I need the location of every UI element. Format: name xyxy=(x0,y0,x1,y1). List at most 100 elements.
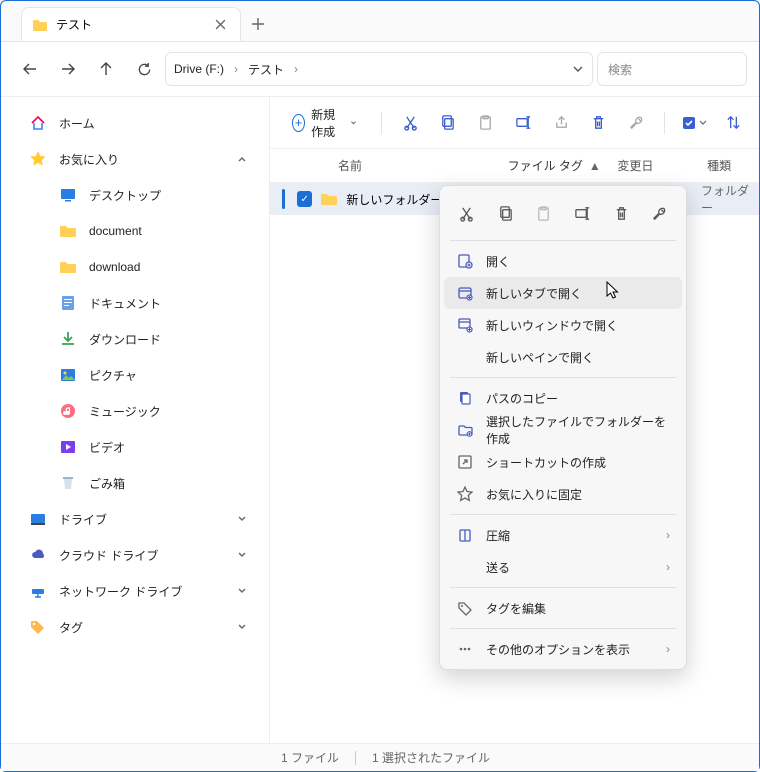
forward-button[interactable] xyxy=(51,52,85,86)
select-all-button[interactable] xyxy=(681,107,707,139)
desktop-icon xyxy=(59,186,77,204)
ctx-send[interactable]: 送る › xyxy=(444,551,682,583)
sidebar-item-trash[interactable]: ごみ箱 xyxy=(5,465,265,501)
sidebar-item-tag[interactable]: タグ xyxy=(5,609,265,645)
sidebar-item-music[interactable]: ミュージック xyxy=(5,393,265,429)
sidebar-item-label: ダウンロード xyxy=(89,331,161,348)
cloud-icon xyxy=(29,546,47,564)
sidebar-item-documents-jp[interactable]: ドキュメント xyxy=(5,285,265,321)
sidebar-item-favorites[interactable]: お気に入り xyxy=(5,141,265,177)
folder-icon xyxy=(59,258,77,276)
cut-button[interactable] xyxy=(398,107,422,139)
folder-plus-icon xyxy=(456,421,474,439)
context-menu-icon-row xyxy=(444,190,682,236)
refresh-button[interactable] xyxy=(127,52,161,86)
ctx-label: 圧縮 xyxy=(486,527,510,544)
ctx-open[interactable]: 開く xyxy=(444,245,682,277)
search-input[interactable]: 検索 xyxy=(597,52,747,86)
search-placeholder: 検索 xyxy=(608,61,632,78)
separator xyxy=(450,377,676,378)
rename-button[interactable] xyxy=(511,107,535,139)
checkbox-checked-icon[interactable]: ✓ xyxy=(297,191,312,207)
delete-button[interactable] xyxy=(587,107,611,139)
ctx-edit-tag[interactable]: タグを編集 xyxy=(444,592,682,624)
ctx-compress[interactable]: 圧縮 › xyxy=(444,519,682,551)
up-button[interactable] xyxy=(89,52,123,86)
chevron-right-icon: › xyxy=(290,62,302,76)
sidebar-item-home[interactable]: ホーム xyxy=(5,105,265,141)
toolbar: + 新規作成 xyxy=(270,97,759,149)
home-icon xyxy=(29,114,47,132)
ctx-open-new-tab[interactable]: 新しいタブで開く xyxy=(444,277,682,309)
sidebar-item-download[interactable]: download xyxy=(5,249,265,285)
sidebar-item-document[interactable]: document xyxy=(5,213,265,249)
tab-close-button[interactable] xyxy=(210,15,230,35)
sidebar-item-downloads-jp[interactable]: ダウンロード xyxy=(5,321,265,357)
ctx-label: 送る xyxy=(486,559,510,576)
sidebar-item-label: タグ xyxy=(59,619,83,636)
column-modified[interactable]: 変更日 xyxy=(609,149,699,182)
network-drive-icon xyxy=(29,582,47,600)
sidebar-item-videos[interactable]: ビデオ xyxy=(5,429,265,465)
sidebar-item-label: ピクチャ xyxy=(89,367,137,384)
chevron-down-icon[interactable] xyxy=(237,622,247,632)
ctx-label: 開く xyxy=(486,253,510,270)
sort-ascending-icon: ▲ xyxy=(589,159,601,173)
copy-button[interactable] xyxy=(436,107,460,139)
ctx-copy-path[interactable]: パスのコピー xyxy=(444,382,682,414)
sidebar-item-drive[interactable]: ドライブ xyxy=(5,501,265,537)
ctx-properties-button[interactable] xyxy=(643,196,676,230)
ctx-delete-button[interactable] xyxy=(605,196,638,230)
ctx-open-new-pane[interactable]: 新しいペインで開く xyxy=(444,341,682,373)
column-name[interactable]: 名前 xyxy=(330,149,500,182)
sidebar-item-desktop[interactable]: デスクトップ xyxy=(5,177,265,213)
column-filetag[interactable]: ファイル タグ▲ xyxy=(500,149,610,182)
ctx-rename-button[interactable] xyxy=(566,196,599,230)
ctx-open-new-window[interactable]: 新しいウィンドウで開く xyxy=(444,309,682,341)
status-file-count: 1 ファイル xyxy=(281,749,339,766)
new-tab-button[interactable] xyxy=(241,7,275,41)
column-type[interactable]: 種類 xyxy=(699,149,759,182)
chevron-down-icon xyxy=(350,118,357,128)
chevron-down-icon[interactable] xyxy=(237,586,247,596)
chevron-down-icon[interactable] xyxy=(237,514,247,524)
address-bar[interactable]: Drive (F:) › テスト › xyxy=(165,52,593,86)
ctx-create-folder-from-selection[interactable]: 選択したファイルでフォルダーを作成 xyxy=(444,414,682,446)
sidebar-item-label: ネットワーク ドライブ xyxy=(59,583,182,600)
sidebar-item-cloud-drive[interactable]: クラウド ドライブ xyxy=(5,537,265,573)
paste-button[interactable] xyxy=(474,107,498,139)
more-icon xyxy=(456,640,474,658)
ctx-label: 新しいペインで開く xyxy=(486,349,594,366)
ctx-label: ショートカットの作成 xyxy=(486,454,606,471)
share-button[interactable] xyxy=(549,107,573,139)
ctx-pin-favorites[interactable]: お気に入りに固定 xyxy=(444,478,682,510)
tab-current[interactable]: テスト xyxy=(21,7,241,41)
status-bar: 1 ファイル 1 選択されたファイル xyxy=(1,743,759,771)
breadcrumb-folder[interactable]: テスト xyxy=(248,61,284,78)
new-button[interactable]: + 新規作成 xyxy=(284,102,365,144)
chevron-up-icon[interactable] xyxy=(237,154,247,164)
back-button[interactable] xyxy=(13,52,47,86)
plus-icon: + xyxy=(292,114,305,132)
chevron-down-icon[interactable] xyxy=(237,550,247,560)
new-window-icon xyxy=(456,316,474,334)
tag-icon xyxy=(29,618,47,636)
properties-button[interactable] xyxy=(625,107,649,139)
sidebar-item-label: ドライブ xyxy=(59,511,107,528)
sidebar-item-network-drive[interactable]: ネットワーク ドライブ xyxy=(5,573,265,609)
address-dropdown-button[interactable] xyxy=(572,63,584,75)
ctx-label: タグを編集 xyxy=(486,600,546,617)
trash-icon xyxy=(59,474,77,492)
new-label: 新規作成 xyxy=(311,106,344,140)
sort-button[interactable] xyxy=(721,107,745,139)
sidebar-item-label: ごみ箱 xyxy=(89,475,125,492)
ctx-cut-button[interactable] xyxy=(450,196,483,230)
sidebar-item-pictures[interactable]: ピクチャ xyxy=(5,357,265,393)
shortcut-icon xyxy=(456,453,474,471)
ctx-create-shortcut[interactable]: ショートカットの作成 xyxy=(444,446,682,478)
ctx-paste-button[interactable] xyxy=(527,196,560,230)
ctx-copy-button[interactable] xyxy=(489,196,522,230)
breadcrumb-root[interactable]: Drive (F:) xyxy=(174,62,224,76)
folder-icon xyxy=(32,17,48,33)
ctx-more-options[interactable]: その他のオプションを表示 › xyxy=(444,633,682,665)
